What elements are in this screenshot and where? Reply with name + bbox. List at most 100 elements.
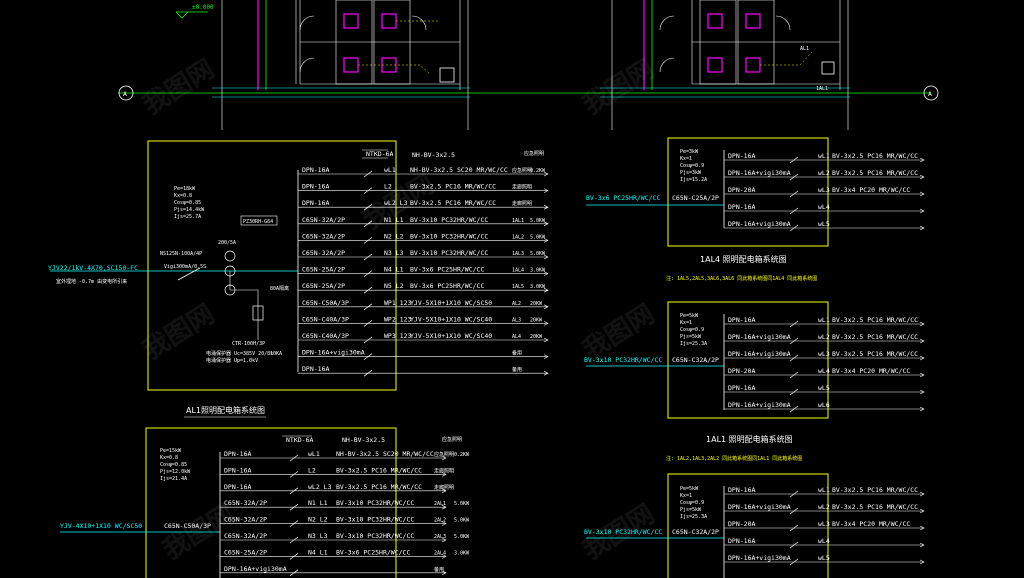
circuit-cable: BV-3x2.5 PC16 MR/WC/CC — [336, 466, 422, 474]
al1-title: AL1照明配电箱系统图 — [186, 405, 265, 415]
circuit-power: 20KW — [530, 334, 543, 340]
al1-box-top: NTKD-6A — [366, 150, 393, 158]
circuit-cable: BV-3x10 PC32HR/WC/CC — [410, 232, 488, 240]
r3-incoming-cable: BV-3x10 PC32HR/WC/CC — [584, 528, 662, 536]
svg-text:Cosφ=0.9: Cosφ=0.9 — [680, 500, 704, 506]
circuit-cable: BV-3x10 PC32HR/WC/CC — [336, 532, 414, 540]
al1-ct: 200/5A — [218, 240, 236, 246]
circuit-row: DPN-16A+vigi30mA wL6 — [724, 401, 925, 413]
circuit-phase: wL4 — [818, 367, 830, 375]
circuit-breaker: C65N-25A/2P — [302, 266, 345, 274]
circuit-cable: BV-3x4 PC20 MR/WC/CC — [832, 520, 910, 528]
circuit-row: DPN-16A+vigi30mA wL5 — [724, 220, 925, 232]
al1-first-cable: NH-BV-3x2.5 — [412, 151, 455, 159]
circuit-row: DPN-16A 备用 — [298, 365, 549, 377]
svg-text:Kx=1: Kx=1 — [680, 156, 692, 162]
circuit-breaker: DPN-16A — [728, 152, 755, 160]
distribution-box-icon — [821, 61, 835, 75]
circuit-breaker: DPN-16A — [302, 199, 329, 207]
circuit-row: C65N-32A/2P N3 L3 BV-3x10 PC32HR/WC/CC 2AL3… — [220, 532, 470, 544]
circuit-load: 1AL5 — [512, 284, 524, 290]
circuit-cable: BV-3x2.5 PC16 MR/WC/CC — [832, 350, 918, 358]
light-fixture-icon — [707, 13, 723, 29]
circuit-breaker: DPN-16A+vigi30mA — [224, 565, 287, 573]
circuit-breaker: C65N-C50A/3P — [302, 299, 349, 307]
circuit-row: DPN-16A wL4 — [724, 537, 925, 549]
r2-params: Pe=5kW Kx=1 Cosφ=0.9 Pjs=5kW Ijs=25.3A — [680, 313, 707, 347]
circuit-phase: N1 L1 — [308, 499, 328, 507]
svg-text:Pjs=14.4kW: Pjs=14.4kW — [174, 207, 205, 213]
svg-text:Cosφ=0.9: Cosφ=0.9 — [680, 163, 704, 169]
r1-circuit-list: DPN-16A wL1 BV-3x2.5 PC16 MR/WC/CC DPN-16A+… — [724, 152, 925, 232]
al2-diagram: Pe=15kW Kx=0.8 Cosφ=0.85 Pjs=12.0kW Ijs=… — [60, 427, 470, 578]
circuit-row: DPN-16A+vigi30mA wL2 BV-3x2.5 PC16 MR/WC/C… — [724, 333, 925, 345]
circuit-row: C65N-C50A/3P WP1 123YJV-5X10+1X10 WC/SC50… — [298, 299, 549, 311]
circuit-phase: wL2 — [818, 333, 830, 341]
plan-block-left — [212, 0, 470, 130]
circuit-phase: WP2 123 — [384, 315, 411, 323]
circuit-row: C65N-32A/2P N1 L1 BV-3x10 PC32HR/WC/CC 1AL1… — [298, 216, 549, 228]
circuit-phase: wL2 L3 — [384, 199, 408, 207]
circuit-power: 20KW — [530, 301, 543, 307]
al1-spd: CTR-100H/3P — [232, 341, 265, 347]
circuit-phase: L2 — [384, 183, 392, 191]
circuit-cable: BV-3x10 PC32HR/WC/CC — [410, 216, 488, 224]
r1-main-breaker: C65N-C25A/2P — [672, 194, 719, 202]
circuit-phase: wL5 — [818, 384, 830, 392]
circuit-power: 3.0KW — [530, 268, 546, 274]
circuit-phase: N1 L1 — [384, 216, 404, 224]
circuit-cable: NH-BV-3x2.5 SC20 MR/WC/CC — [336, 450, 434, 458]
al1-spd-note2: 电涌保护器 Up=1.0kV — [206, 357, 258, 364]
circuit-power: 20KW — [530, 317, 543, 323]
circuit-row: DPN-16A wL2 L3 BV-3x2.5 PC16 MR/WC/CC 走廊照明 — [298, 199, 549, 211]
circuit-breaker: DPN-16A — [728, 203, 755, 211]
circuit-cable: BV-3x2.5 PC16 MR/WC/CC — [832, 503, 918, 511]
r3-circuit-list: DPN-16A wL1 BV-3x2.5 PC16 MR/WC/CCDPN-16A+… — [724, 486, 925, 566]
circuit-phase: N4 L1 — [384, 266, 404, 274]
axis-label-left: A — [123, 90, 127, 98]
circuit-power: 5.0KW — [454, 501, 470, 507]
circuit-breaker: DPN-16A — [302, 183, 329, 191]
r1-params: Pe=3kW Kx=1 Cosφ=0.9 Pjs=3kW Ijs=15.2A — [680, 149, 707, 183]
svg-text:Kx=0.8: Kx=0.8 — [160, 455, 178, 461]
circuit-load: 走廊照明 — [512, 184, 532, 191]
circuit-breaker: DPN-16A+vigi30mA — [728, 554, 791, 562]
r2-main-breaker: C65N-C32A/2P — [672, 356, 719, 364]
circuit-breaker: C65N-32A/2P — [224, 499, 267, 507]
circuit-load: 备用 — [512, 350, 522, 357]
light-fixture-icon — [745, 13, 761, 29]
circuit-breaker: C65N-25A/2P — [224, 548, 267, 556]
circuit-load: AL4 — [512, 334, 521, 340]
circuit-breaker: DPN-16A — [224, 483, 251, 491]
r1-note: 注: 1AL5,2AL5,3AL6,3AL6 同此箱系统图同1AL4 同此箱系统… — [666, 275, 817, 282]
circuit-cable: BV-3x10 PC32HR/WC/CC — [410, 249, 488, 257]
floor-plan-strip: A A ±0.000 AL1 1AL1 — [118, 0, 939, 130]
circuit-cable: BV-3x2.5 PC16 MR/WC/CC — [336, 483, 422, 491]
ct-icon — [224, 250, 236, 262]
circuit-cable: BV-3x2.5 PC16 MR/WC/CC — [832, 486, 918, 494]
circuit-load: 1AL1 — [512, 218, 524, 224]
plan-box-tag-2: 1AL1 — [816, 86, 828, 92]
al1-main-switch: NS125N-100A/4P — [160, 251, 202, 257]
circuit-load: 应急照明 — [512, 167, 532, 174]
circuit-breaker: DPN-16A — [728, 537, 755, 545]
circuit-phase: wL1 — [384, 166, 396, 174]
circuit-row: C65N-C40A/3P WP3 123YJV-5X10+1X10 WC/SC40… — [298, 332, 549, 344]
circuit-power: 3.0KW — [530, 284, 546, 290]
circuit-row: DPN-16A wL1 BV-3x2.5 PC16 MR/WC/CC — [724, 152, 925, 164]
al1-diagram: Pe=18kW Kx=0.8 Cosφ=0.85 Pjs=14.4kW Ijs=… — [48, 140, 549, 418]
distribution-box-icon — [439, 67, 455, 83]
circuit-row: C65N-25A/2P N4 L1 BV-3x6 PC25HR/WC/CC 1AL4 3… — [298, 266, 549, 277]
circuit-breaker: DPN-16A+vigi30mA — [302, 349, 365, 357]
circuit-row: DPN-16A wL4 — [724, 203, 925, 215]
al2-box-top: NTKD-6A — [286, 436, 313, 444]
circuit-cable: YJV-5X10+1X10 WC/SC40 — [410, 315, 492, 323]
svg-text:Kx=1: Kx=1 — [680, 493, 692, 499]
circuit-load: 1AL2 — [512, 234, 524, 240]
circuit-phase: N2 L2 — [384, 232, 404, 240]
circuit-power: 3.0KW — [454, 550, 470, 556]
circuit-row: DPN-16A L2 BV-3x2.5 PC16 MR/WC/CC 走廊照明 — [220, 466, 454, 478]
r3-params: Pe=5kW Kx=1 Cosφ=0.9 Pjs=5kW Ijs=25.3A — [680, 486, 707, 520]
svg-text:Ijs=25.7A: Ijs=25.7A — [174, 214, 201, 220]
circuit-phase: wL6 — [818, 401, 830, 409]
